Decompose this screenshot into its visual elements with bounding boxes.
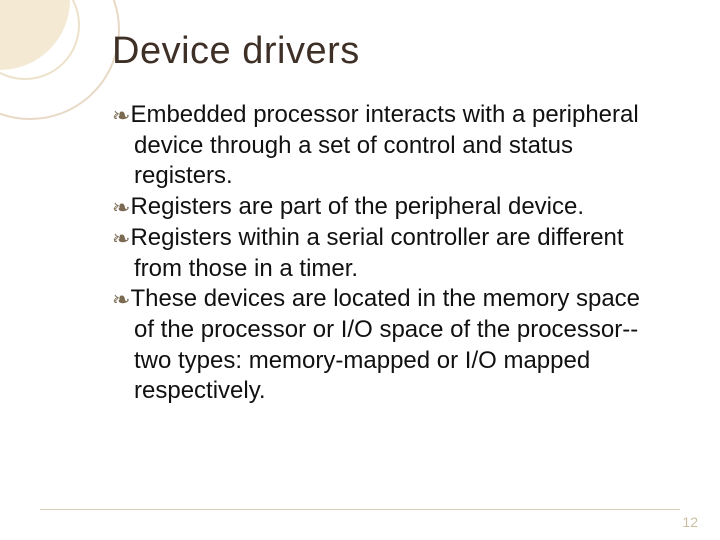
bullet-text: Embedded processor interacts with a peri… <box>130 101 638 189</box>
footer-rule <box>40 509 680 510</box>
bullet-icon: ❧ <box>112 226 130 251</box>
slide-body: ❧Embedded processor interacts with a per… <box>112 100 660 407</box>
corner-decoration <box>0 0 130 130</box>
bullet-icon: ❧ <box>112 195 130 220</box>
bullet-text: Registers are part of the peripheral dev… <box>130 193 584 220</box>
bullet-text: These devices are located in the memory … <box>130 285 640 404</box>
slide-title: Device drivers <box>112 30 360 73</box>
bullet-item: ❧Embedded processor interacts with a per… <box>112 100 660 192</box>
bullet-text: Registers within a serial controller are… <box>130 224 623 282</box>
bullet-item: ❧These devices are located in the memory… <box>112 284 660 407</box>
bullet-icon: ❧ <box>112 103 130 128</box>
bullet-icon: ❧ <box>112 287 130 312</box>
slide: Device drivers ❧Embedded processor inter… <box>0 0 720 540</box>
bullet-item: ❧Registers within a serial controller ar… <box>112 223 660 284</box>
bullet-item: ❧Registers are part of the peripheral de… <box>112 192 660 223</box>
page-number: 12 <box>682 514 698 530</box>
